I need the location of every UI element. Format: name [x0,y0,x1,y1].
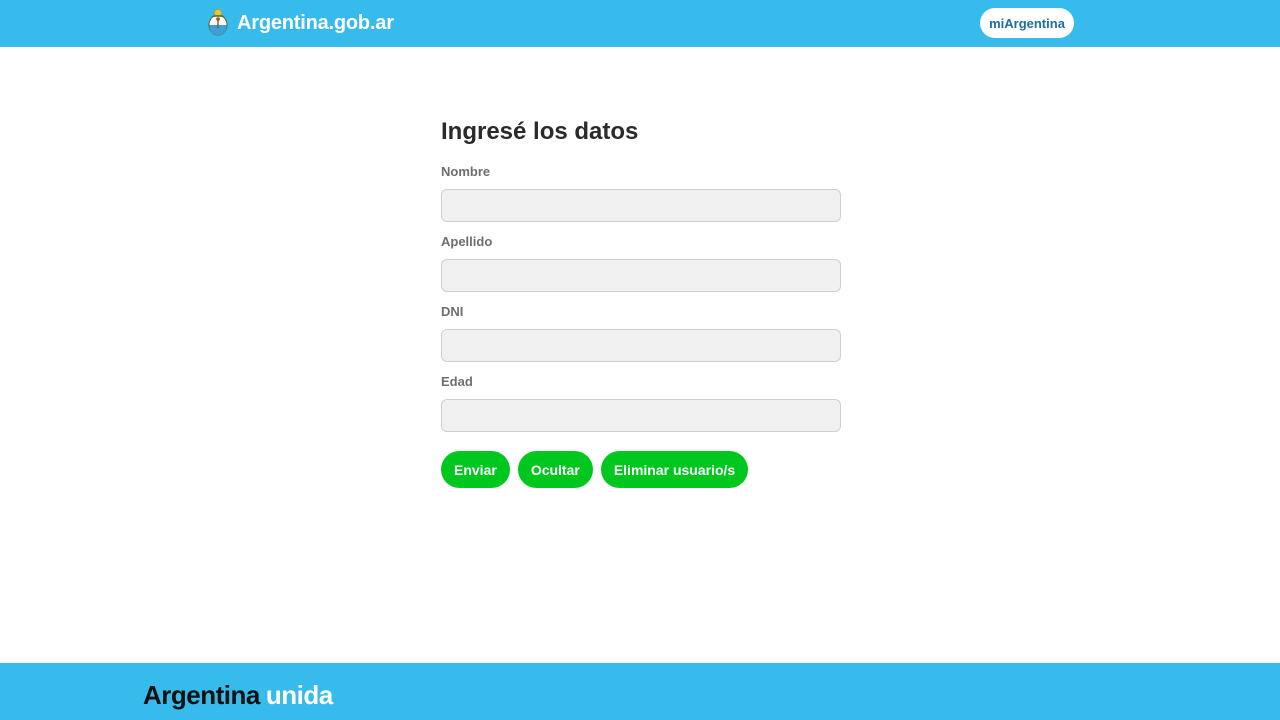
brand-text: Argentina.gob.ar [237,11,394,34]
nombre-input[interactable] [441,189,841,222]
coat-of-arms-icon [207,8,229,38]
footer-brand: Argentina unida [143,680,333,711]
submit-button[interactable]: Enviar [441,451,510,488]
hide-button[interactable]: Ocultar [517,451,593,488]
apellido-label: Apellido [441,234,493,249]
form-actions: Enviar Ocultar Eliminar usuario/s [441,451,841,488]
footer: Argentina unida [0,663,1280,720]
user-form: Ingresé los datos Nombre Apellido DNI Ed… [441,112,841,488]
edad-label: Edad [441,374,473,389]
miargentina-button[interactable]: miArgentina [980,8,1074,38]
apellido-input[interactable] [441,259,841,292]
home-logo-link[interactable]: Argentina.gob.ar [207,7,394,39]
nombre-label: Nombre [441,164,491,179]
dni-label: DNI [441,304,464,319]
top-navbar: Argentina.gob.ar miArgentina [0,0,1280,47]
edad-input[interactable] [441,399,841,432]
delete-users-button[interactable]: Eliminar usuario/s [600,451,749,488]
dni-input[interactable] [441,329,841,362]
footer-brand-argentina: Argentina [143,680,260,710]
form-title: Ingresé los datos [441,118,639,145]
footer-brand-unida: unida [265,680,333,710]
